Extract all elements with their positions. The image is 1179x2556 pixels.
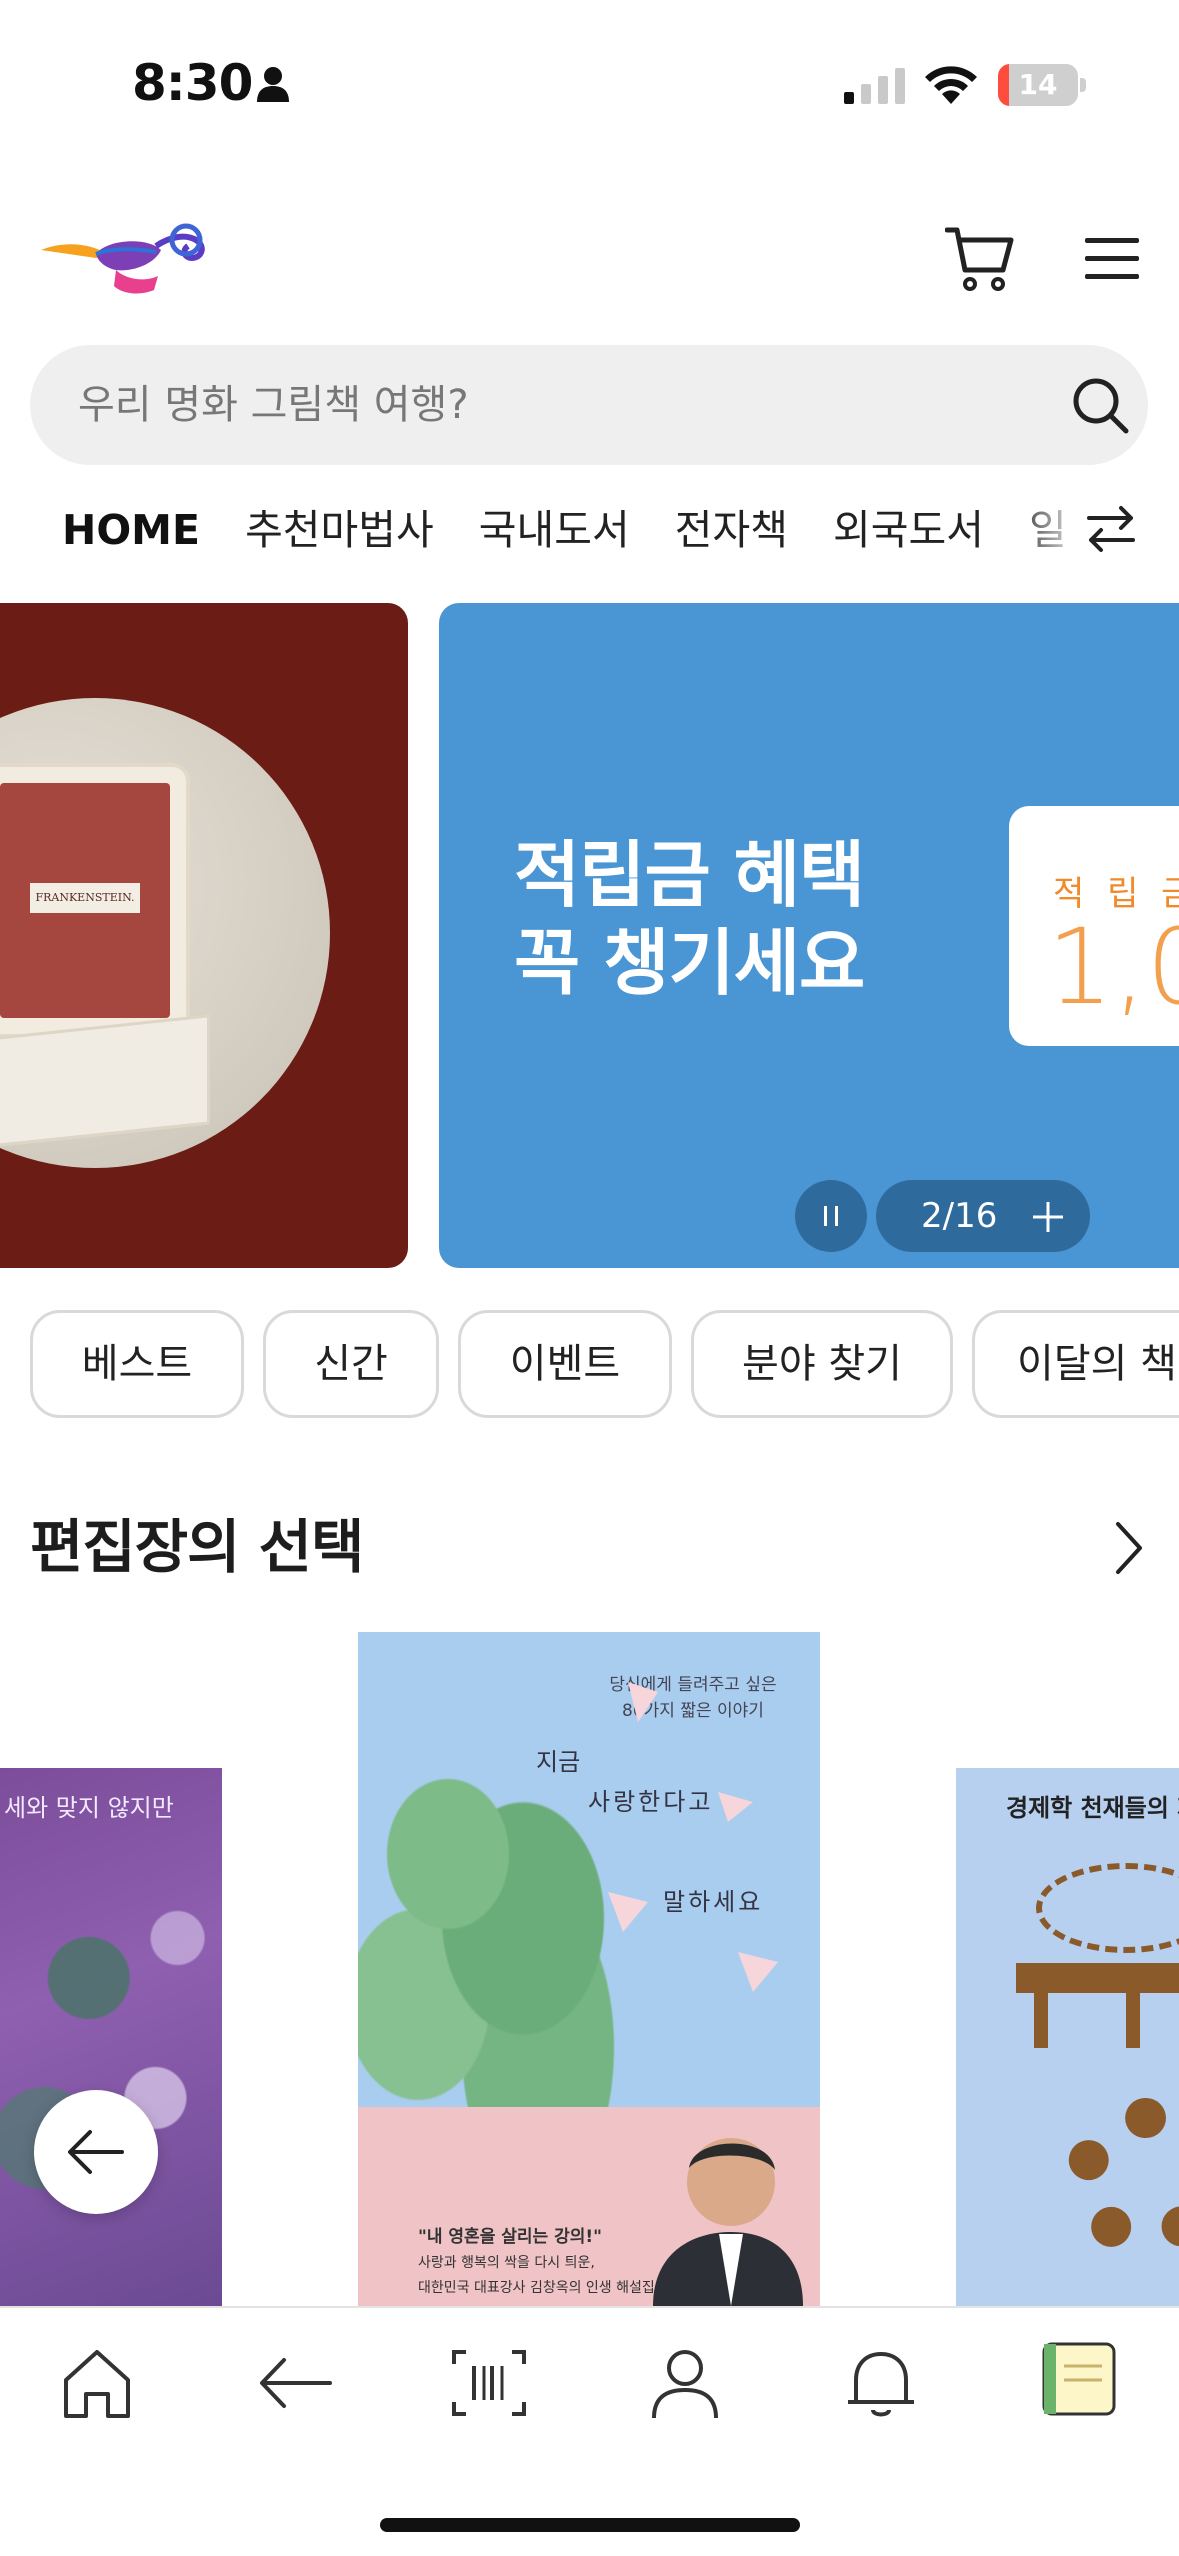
banner-headline-line1: 적립금 혜택 xyxy=(514,833,865,917)
barcode-icon[interactable] xyxy=(444,2338,534,2428)
swap-icon[interactable] xyxy=(1083,500,1139,560)
battery-cap xyxy=(1080,78,1086,92)
arrow-left-icon xyxy=(68,2130,124,2174)
chevron-right-icon[interactable] xyxy=(1112,1518,1146,1582)
book-center-quote: "내 영혼을 살리는 강의!" xyxy=(418,2227,602,2247)
home-indicator[interactable] xyxy=(380,2518,800,2532)
wifi-icon xyxy=(922,62,980,110)
battery-percent: 14 xyxy=(1018,68,1058,101)
status-time: 8:30 xyxy=(132,54,253,112)
chip-best[interactable]: 베스트 xyxy=(30,1310,244,1418)
search-bar[interactable] xyxy=(30,345,1148,465)
status-bar: 8:30 14 xyxy=(0,0,1179,170)
banner-pager-button[interactable]: 2/16 xyxy=(876,1180,1090,1252)
search-icon[interactable] xyxy=(1072,377,1130,439)
category-nav: HOME 추천마법사 국내도서 전자책 외국도서 일 xyxy=(0,490,1179,570)
back-icon[interactable] xyxy=(250,2338,340,2428)
user-icon[interactable] xyxy=(640,2338,730,2428)
banner-slide-current[interactable]: 적립금 혜택 꼭 챙기세요 적 립 금 1,00 2/16 xyxy=(439,603,1179,1268)
banner-slide-previous[interactable]: FRANKENSTEIN. xyxy=(0,603,408,1268)
pause-button[interactable] xyxy=(795,1180,867,1252)
points-card: 적 립 금 1,00 xyxy=(1009,806,1179,1046)
stacked-book xyxy=(0,1014,210,1152)
nav-tabs: HOME 추천마법사 국내도서 전자책 외국도서 일 xyxy=(62,490,1107,570)
tab-recommend-wizard[interactable]: 추천마법사 xyxy=(245,490,434,570)
points-card-amount: 1,00 xyxy=(1047,906,1179,1028)
battery-indicator: 14 xyxy=(998,64,1078,106)
frankenstein-book: FRANKENSTEIN. xyxy=(0,763,190,1038)
cart-icon[interactable] xyxy=(944,226,1015,296)
book-cover-left[interactable]: 세와 맞지 않지만 xyxy=(0,1768,222,2306)
home-icon[interactable] xyxy=(52,2338,142,2428)
carousel-back-button[interactable] xyxy=(34,2090,158,2214)
pause-icon xyxy=(824,1206,838,1226)
bell-icon[interactable] xyxy=(836,2338,926,2428)
tab-domestic-books[interactable]: 국내도서 xyxy=(479,490,630,570)
logo-lamp-icon[interactable] xyxy=(36,210,216,304)
chip-book-of-month[interactable]: 이달의 책 xyxy=(972,1310,1179,1418)
book-left-title: 세와 맞지 않지만 xyxy=(4,1794,174,1822)
tab-home[interactable]: HOME xyxy=(62,490,200,570)
tab-ebooks[interactable]: 전자책 xyxy=(675,490,788,570)
chip-event[interactable]: 이벤트 xyxy=(458,1310,672,1418)
frankenstein-title: FRANKENSTEIN. xyxy=(30,883,140,913)
book-right-title: 경제학 천재들의 자본 xyxy=(1006,1794,1179,1822)
search-input[interactable] xyxy=(78,345,1028,465)
book-cover-right[interactable]: 경제학 천재들의 자본 xyxy=(956,1768,1179,2306)
book-cover-center[interactable]: 당신에게 들려주고 싶은 80가지 짧은 이야기 지금 사랑한다고 말하세요 "… xyxy=(358,1632,820,2306)
menu-icon[interactable] xyxy=(1083,236,1141,286)
signal-icon xyxy=(844,66,908,110)
person-icon xyxy=(256,66,290,106)
banner-pager-count: 2/16 xyxy=(921,1196,998,1236)
notebook-icon[interactable] xyxy=(1040,2338,1130,2428)
section-title: 편집장의 선택 xyxy=(30,1513,364,1581)
author-photo xyxy=(653,2138,803,2306)
banner-headline: 적립금 혜택 꼭 챙기세요 xyxy=(514,831,865,1007)
banner-headline-line2: 꼭 챙기세요 xyxy=(514,921,865,1005)
banner-product-image: FRANKENSTEIN. xyxy=(0,698,330,1168)
quick-filter-chips: 베스트 신간 이벤트 분야 찾기 이달의 책 xyxy=(0,1310,1179,1420)
chip-new[interactable]: 신간 xyxy=(263,1310,439,1418)
tab-foreign-books[interactable]: 외국도서 xyxy=(833,490,984,570)
chip-find-category[interactable]: 분야 찾기 xyxy=(691,1310,953,1418)
book-center-quote-line2: 사랑과 행복의 싹을 다시 틔운, xyxy=(418,2255,595,2271)
book-center-quote-line3: 대한민국 대표강사 김창옥의 인생 해설집 xyxy=(418,2280,655,2296)
birds-illustration xyxy=(608,1682,778,1992)
plus-icon xyxy=(1031,1200,1065,1238)
